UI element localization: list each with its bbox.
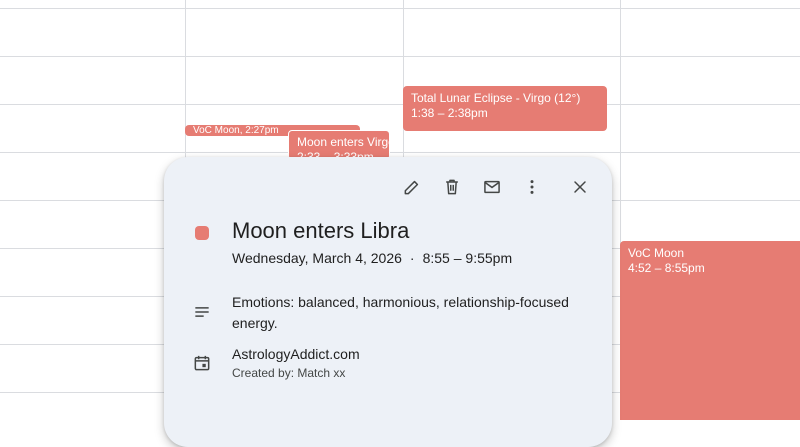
- trash-icon: [446, 179, 458, 195]
- event-time: 4:52 – 8:55pm: [628, 261, 705, 275]
- event-title: Moon enters Virgo: [297, 135, 390, 149]
- description-icon: [192, 302, 212, 322]
- event-total-lunar-eclipse[interactable]: Total Lunar Eclipse - Virgo (12°) 1:38 –…: [403, 86, 607, 131]
- event-datetime: Wednesday, March 4, 2026 · 8:55 – 9:55pm: [232, 250, 512, 266]
- close-popup-button[interactable]: [568, 175, 592, 199]
- event-title: VoC Moon: [628, 246, 685, 260]
- event-voc-moon[interactable]: VoC Moon 4:52 – 8:55pm: [620, 241, 800, 420]
- event-details-popup: Moon enters Libra Wednesday, March 4, 20…: [164, 157, 612, 447]
- event-description: Emotions: balanced, harmonious, relation…: [232, 294, 569, 331]
- event-title: Total Lunar Eclipse - Virgo (12°): [411, 91, 581, 105]
- more-options-button[interactable]: [520, 175, 544, 199]
- grid-hour-line: [0, 104, 800, 105]
- email-guests-button[interactable]: [480, 175, 504, 199]
- edit-event-button[interactable]: [400, 175, 424, 199]
- calendar-name: AstrologyAddict.com: [232, 346, 360, 362]
- mail-icon: [484, 180, 500, 194]
- event-title: Moon enters Libra: [232, 218, 410, 243]
- delete-event-button[interactable]: [440, 175, 464, 199]
- calendar-icon: [192, 353, 212, 373]
- datetime-separator: ·: [409, 250, 415, 266]
- event-time: 1:38 – 2:38pm: [411, 106, 488, 120]
- grid-hour-line: [0, 8, 800, 9]
- grid-hour-line: [0, 56, 800, 57]
- more-vert-icon: [530, 180, 534, 194]
- created-by: Created by: Match xx: [232, 366, 346, 380]
- event-color-swatch: [195, 226, 209, 240]
- close-icon: [574, 181, 586, 193]
- pencil-icon: [404, 180, 419, 195]
- grid-hour-line: [0, 152, 800, 153]
- event-moon-enters-virgo[interactable]: Moon enters Virgo 2:33 – 3:33pm: [288, 130, 390, 160]
- event-time-range: 8:55 – 9:55pm: [422, 250, 513, 266]
- event-date: Wednesday, March 4, 2026: [232, 250, 402, 266]
